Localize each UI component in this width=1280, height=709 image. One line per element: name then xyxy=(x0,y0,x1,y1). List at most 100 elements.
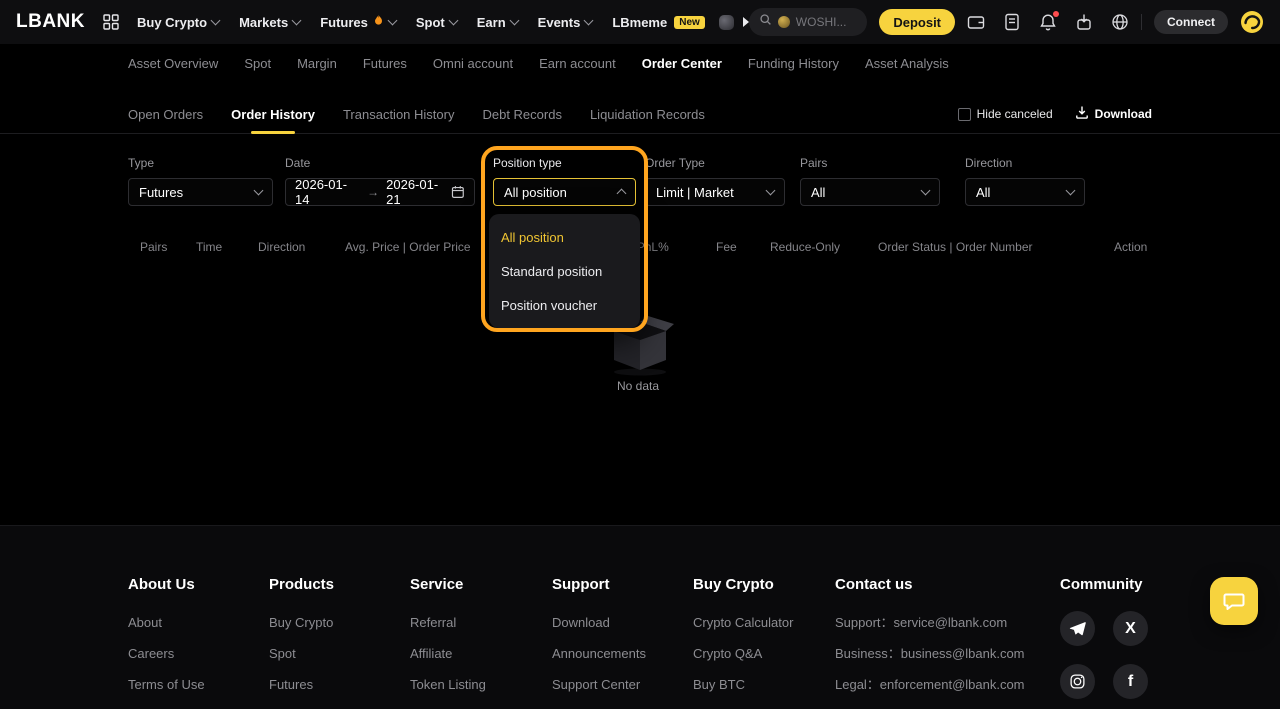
footer-link-about[interactable]: About xyxy=(128,607,209,638)
tab-open-orders[interactable]: Open Orders xyxy=(128,95,203,133)
topnav-item-futures[interactable]: Futures xyxy=(320,14,396,30)
tab-liquidation-records[interactable]: Liquidation Records xyxy=(590,95,705,133)
footer-link-crypto-qa[interactable]: Crypto Q&A xyxy=(693,638,793,669)
topnav-links: Buy Crypto Markets Futures Spot Earn xyxy=(137,14,705,30)
footer-link-lbank-labs[interactable]: LBank Labs xyxy=(410,700,486,709)
lbank-order-center-page: LBANK Buy Crypto Markets Futures xyxy=(0,0,1280,709)
dropdown-option-all-position[interactable]: All position xyxy=(489,220,640,254)
footer-contact-legal-email[interactable]: Legal：enforcement@lbank.com xyxy=(835,669,1025,700)
filter-direction: Direction All xyxy=(965,156,1085,206)
filter-pairs-label: Pairs xyxy=(800,156,940,170)
orders-document-icon[interactable] xyxy=(1003,13,1021,31)
topnav-item-lbmeme[interactable]: LBmeme New xyxy=(612,15,704,30)
download-button[interactable]: Download xyxy=(1075,105,1152,124)
instagram-icon[interactable] xyxy=(1060,664,1095,699)
accnav-item-omni-account[interactable]: Omni account xyxy=(433,56,513,71)
notification-dot xyxy=(1053,11,1059,17)
chevron-down-icon xyxy=(387,16,397,26)
community-icons: X f xyxy=(1060,611,1152,699)
search-input[interactable]: WOSHI... xyxy=(749,8,868,36)
footer-link-crypto-calculator[interactable]: Crypto Calculator xyxy=(693,607,793,638)
type-select-value: Futures xyxy=(139,185,183,200)
col-action: Action xyxy=(1114,240,1147,254)
filter-order-type: Order Type Limit | Market xyxy=(645,156,785,206)
footer-link-careers[interactable]: Careers xyxy=(128,638,209,669)
footer-link-download[interactable]: Download xyxy=(552,607,659,638)
lbank-logo[interactable]: LBANK xyxy=(16,11,85,33)
facebook-icon[interactable]: f xyxy=(1113,664,1148,699)
topnav-item-markets[interactable]: Markets xyxy=(239,15,300,30)
footer-col-about-us: About Us About Careers Terms of Use Priv… xyxy=(128,576,209,709)
footer-contact-news-email[interactable]: News：news@lbank.com xyxy=(835,700,1025,709)
accnav-item-spot[interactable]: Spot xyxy=(244,56,271,71)
footer-col-title: Buy Crypto xyxy=(693,576,793,593)
chat-bubble-icon xyxy=(1222,589,1246,613)
deposit-button[interactable]: Deposit xyxy=(879,9,955,35)
wallet-icon[interactable] xyxy=(967,13,985,31)
direction-select[interactable]: All xyxy=(965,178,1085,206)
hide-canceled-checkbox[interactable]: Hide canceled xyxy=(958,107,1053,121)
footer-link-token-listing[interactable]: Token Listing xyxy=(410,669,486,700)
order-type-select[interactable]: Limit | Market xyxy=(645,178,785,206)
col-time: Time xyxy=(196,240,222,254)
app-download-icon[interactable] xyxy=(1075,13,1093,31)
search-coin-icon xyxy=(778,16,790,28)
topnav-item-label: Futures xyxy=(320,15,368,30)
language-globe-icon[interactable] xyxy=(1111,13,1129,31)
position-type-select[interactable]: All position xyxy=(493,178,636,206)
footer-link-terms-of-use[interactable]: Terms of Use xyxy=(128,669,209,700)
type-select[interactable]: Futures xyxy=(128,178,273,206)
footer-contact-support-email[interactable]: Support：service@lbank.com xyxy=(835,607,1025,638)
footer-contact-business-email[interactable]: Business：business@lbank.com xyxy=(835,638,1025,669)
filters-bar: Type Futures Date 2026-01-14 → 2026-01-2… xyxy=(0,156,1280,246)
telegram-icon[interactable] xyxy=(1060,611,1095,646)
tab-debt-records[interactable]: Debt Records xyxy=(482,95,561,133)
chevron-down-icon xyxy=(509,16,519,26)
apps-grid-icon[interactable] xyxy=(103,14,119,30)
accnav-item-funding-history[interactable]: Funding History xyxy=(748,56,839,71)
tab-transaction-history[interactable]: Transaction History xyxy=(343,95,455,133)
footer-link-official-verification[interactable]: Official Verification xyxy=(552,700,659,709)
topnav-item-earn[interactable]: Earn xyxy=(477,15,518,30)
notification-bell-icon[interactable] xyxy=(1039,13,1057,31)
footer-col-contact-us: Contact us Support：service@lbank.com Bus… xyxy=(835,576,1025,709)
topnav-item-spot[interactable]: Spot xyxy=(416,15,457,30)
footer-link-spot[interactable]: Spot xyxy=(269,638,334,669)
order-tabs-row: Open Orders Order History Transaction Hi… xyxy=(0,95,1280,134)
profile-avatar[interactable] xyxy=(1240,10,1264,34)
connect-button[interactable]: Connect xyxy=(1154,10,1228,34)
footer-link-buy-eth[interactable]: Buy ETH xyxy=(693,700,793,709)
footer-link-buy-crypto[interactable]: Buy Crypto xyxy=(269,607,334,638)
chevron-down-icon xyxy=(211,16,221,26)
footer-link-affiliate[interactable]: Affiliate xyxy=(410,638,486,669)
position-type-select-value: All position xyxy=(504,185,567,200)
accnav-item-futures[interactable]: Futures xyxy=(363,56,407,71)
accnav-item-asset-analysis[interactable]: Asset Analysis xyxy=(865,56,949,71)
filter-type-label: Type xyxy=(128,156,273,170)
footer-link-etf[interactable]: ETF xyxy=(269,700,334,709)
nav-scroll-arrow-icon[interactable] xyxy=(743,17,749,27)
accnav-item-asset-overview[interactable]: Asset Overview xyxy=(128,56,218,71)
filter-direction-label: Direction xyxy=(965,156,1085,170)
accnav-item-margin[interactable]: Margin xyxy=(297,56,337,71)
accnav-item-earn-account[interactable]: Earn account xyxy=(539,56,616,71)
promo-icon[interactable] xyxy=(719,15,734,30)
live-chat-button[interactable] xyxy=(1210,577,1258,625)
footer-link-privacy-policy[interactable]: Privacy Policy xyxy=(128,700,209,709)
dropdown-option-position-voucher[interactable]: Position voucher xyxy=(489,288,640,322)
pairs-select[interactable]: All xyxy=(800,178,940,206)
dropdown-option-standard-position[interactable]: Standard position xyxy=(489,254,640,288)
footer-link-announcements[interactable]: Announcements xyxy=(552,638,659,669)
topnav-item-label: Spot xyxy=(416,15,445,30)
footer-link-referral[interactable]: Referral xyxy=(410,607,486,638)
chevron-down-icon xyxy=(292,16,302,26)
x-twitter-icon[interactable]: X xyxy=(1113,611,1148,646)
date-range-picker[interactable]: 2026-01-14 → 2026-01-21 xyxy=(285,178,475,206)
tab-order-history[interactable]: Order History xyxy=(231,95,315,133)
topnav-item-buy-crypto[interactable]: Buy Crypto xyxy=(137,15,219,30)
footer-link-futures[interactable]: Futures xyxy=(269,669,334,700)
topnav-item-events[interactable]: Events xyxy=(538,15,593,30)
footer-link-support-center[interactable]: Support Center xyxy=(552,669,659,700)
accnav-item-order-center[interactable]: Order Center xyxy=(642,56,722,71)
footer-link-buy-btc[interactable]: Buy BTC xyxy=(693,669,793,700)
